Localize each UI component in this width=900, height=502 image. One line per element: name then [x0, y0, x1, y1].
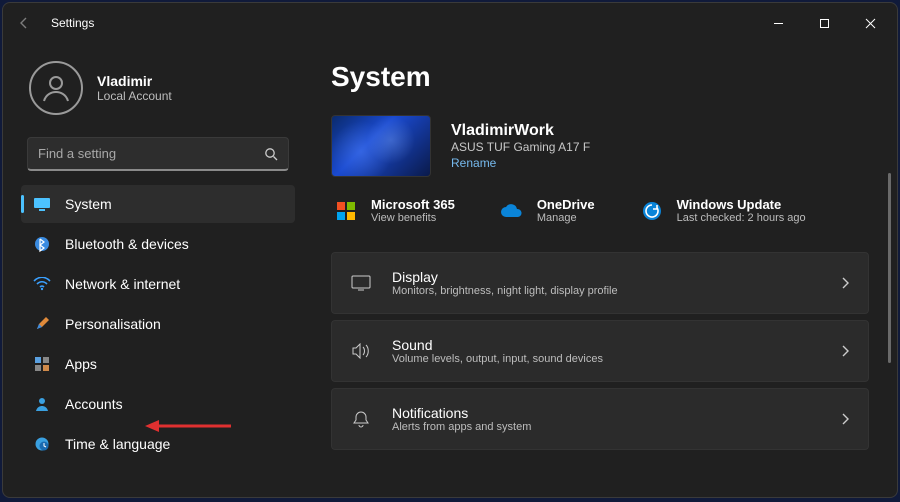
cloud-icon: [499, 198, 525, 224]
card-sub: Volume levels, output, input, sound devi…: [392, 353, 603, 365]
globe-clock-icon: [33, 435, 51, 453]
search-input[interactable]: [38, 146, 264, 161]
nav-apps[interactable]: Apps: [21, 345, 295, 383]
apps-icon: [33, 355, 51, 373]
card-title: Display: [392, 269, 618, 285]
sidebar: Vladimir Local Account System Bluetooth …: [3, 43, 303, 497]
card-sound[interactable]: SoundVolume levels, output, input, sound…: [331, 320, 869, 382]
window-title: Settings: [51, 16, 94, 30]
settings-cards: DisplayMonitors, brightness, night light…: [331, 252, 869, 450]
nav-label: Network & internet: [65, 276, 180, 292]
nav-accounts[interactable]: Accounts: [21, 385, 295, 423]
tile-title: Microsoft 365: [371, 197, 455, 212]
update-icon: [639, 198, 665, 224]
card-sub: Monitors, brightness, night light, displ…: [392, 285, 618, 297]
device-thumbnail: [331, 115, 431, 177]
m365-icon: [333, 198, 359, 224]
nav-network[interactable]: Network & internet: [21, 265, 295, 303]
nav-label: Time & language: [65, 436, 170, 452]
rename-link[interactable]: Rename: [451, 156, 590, 170]
nav-label: Apps: [65, 356, 97, 372]
card-title: Sound: [392, 337, 603, 353]
nav-bluetooth[interactable]: Bluetooth & devices: [21, 225, 295, 263]
nav-list: System Bluetooth & devices Network & int…: [21, 185, 295, 463]
info-tiles: Microsoft 365View benefits OneDriveManag…: [331, 197, 869, 224]
nav-label: Bluetooth & devices: [65, 236, 189, 252]
tile-sub: View benefits: [371, 212, 455, 224]
tile-title: OneDrive: [537, 197, 595, 212]
search-icon: [264, 147, 278, 161]
tile-sub: Last checked: 2 hours ago: [677, 212, 806, 224]
nav-label: Personalisation: [65, 316, 161, 332]
nav-label: System: [65, 196, 112, 212]
card-display[interactable]: DisplayMonitors, brightness, night light…: [331, 252, 869, 314]
minimize-button[interactable]: [755, 7, 801, 39]
sound-icon: [350, 343, 372, 359]
nav-label: Accounts: [65, 396, 123, 412]
main-content: System VladimirWork ASUS TUF Gaming A17 …: [303, 43, 897, 497]
nav-system[interactable]: System: [21, 185, 295, 223]
tile-onedrive[interactable]: OneDriveManage: [499, 197, 595, 224]
wifi-icon: [33, 275, 51, 293]
avatar: [29, 61, 83, 115]
tile-m365[interactable]: Microsoft 365View benefits: [333, 197, 455, 224]
tile-title: Windows Update: [677, 197, 806, 212]
chevron-right-icon: [842, 277, 850, 289]
card-title: Notifications: [392, 405, 531, 421]
chevron-right-icon: [842, 345, 850, 357]
tile-windows-update[interactable]: Windows UpdateLast checked: 2 hours ago: [639, 197, 806, 224]
close-button[interactable]: [847, 7, 893, 39]
profile-block[interactable]: Vladimir Local Account: [21, 47, 295, 135]
scrollbar[interactable]: [888, 173, 891, 363]
device-name: VladimirWork: [451, 122, 590, 140]
tile-sub: Manage: [537, 212, 595, 224]
bell-icon: [350, 410, 372, 428]
titlebar: Settings: [3, 3, 897, 43]
back-button[interactable]: [7, 6, 41, 40]
profile-name: Vladimir: [97, 73, 172, 89]
nav-time-language[interactable]: Time & language: [21, 425, 295, 463]
page-heading: System: [331, 61, 869, 93]
bluetooth-icon: [33, 235, 51, 253]
chevron-right-icon: [842, 413, 850, 425]
maximize-button[interactable]: [801, 7, 847, 39]
person-icon: [33, 395, 51, 413]
search-box[interactable]: [27, 137, 289, 171]
card-notifications[interactable]: NotificationsAlerts from apps and system: [331, 388, 869, 450]
device-block: VladimirWork ASUS TUF Gaming A17 F Renam…: [331, 115, 869, 177]
display-icon: [350, 275, 372, 291]
brush-icon: [33, 315, 51, 333]
settings-window: Settings Vladimir Local Account: [2, 2, 898, 498]
device-model: ASUS TUF Gaming A17 F: [451, 140, 590, 154]
card-sub: Alerts from apps and system: [392, 421, 531, 433]
system-icon: [33, 195, 51, 213]
nav-personalisation[interactable]: Personalisation: [21, 305, 295, 343]
profile-sub: Local Account: [97, 89, 172, 103]
